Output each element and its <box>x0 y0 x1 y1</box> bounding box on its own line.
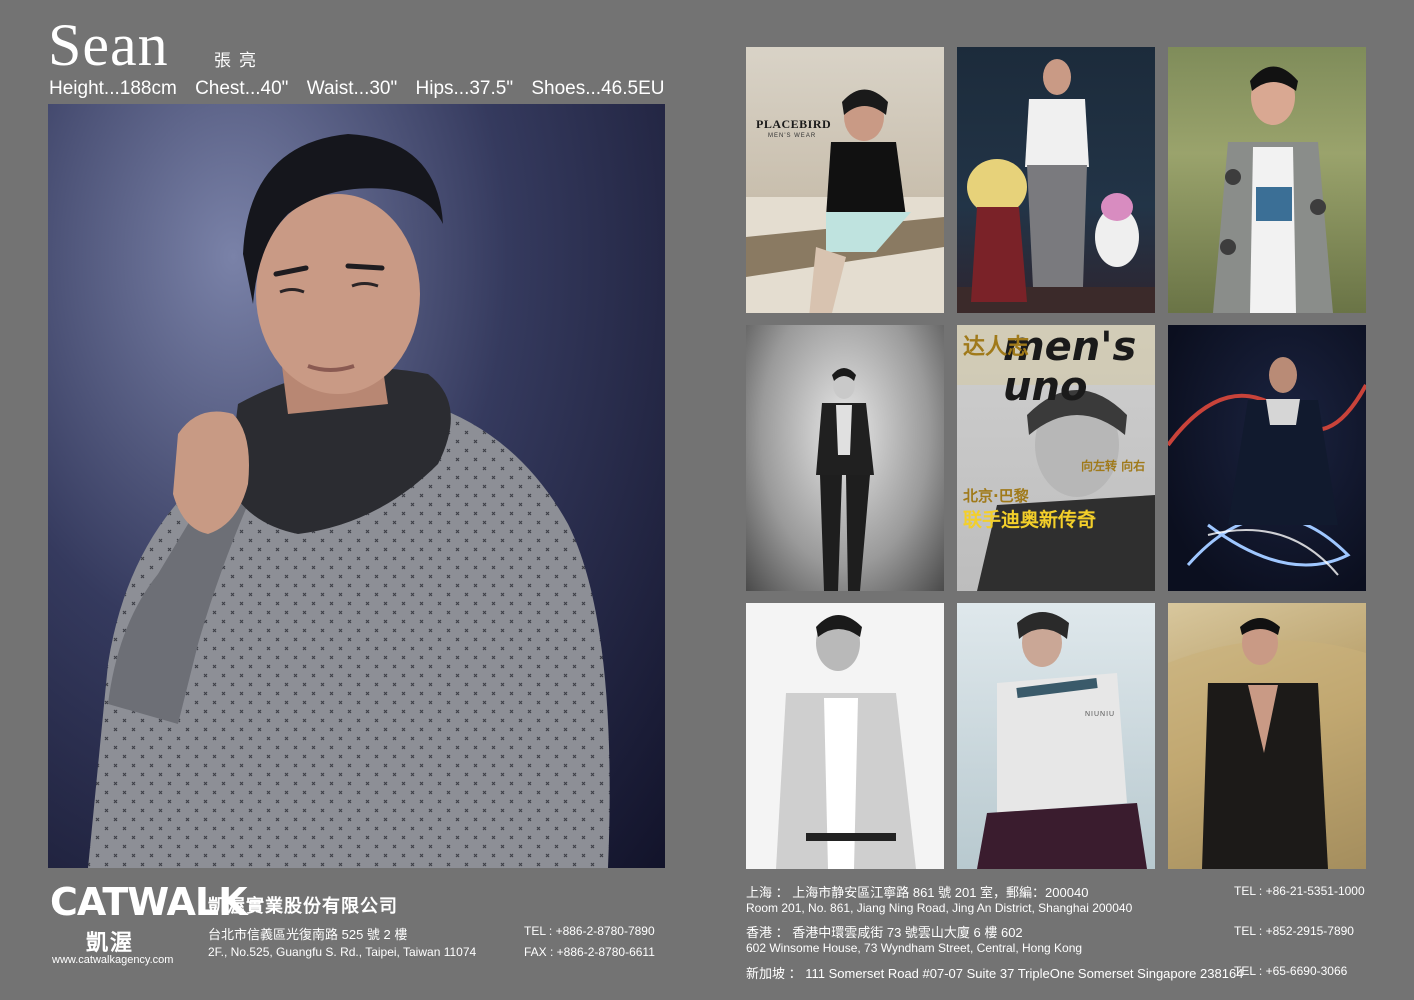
model-name: Sean <box>48 12 169 78</box>
agency-url[interactable]: www.catwalkagency.com <box>52 954 173 966</box>
company-tel: TEL : +886-2-8780-7890 <box>524 924 655 938</box>
thumbnail-magazine-cover: men's uno 达人志 北京·巴黎 联手迪奥新传奇 向左转 向右 <box>957 325 1155 591</box>
thumb1-sub: MEN'S WEAR <box>768 133 817 139</box>
main-portrait-photo <box>48 104 665 868</box>
thumbnail-photo-8: NIUNIU <box>957 603 1155 869</box>
office-hongkong-cn: 香港 ： 香港中環雲咸街 73 號雲山大廈 6 樓 602 <box>746 925 1023 940</box>
office-singapore: 新加坡 ： 111 Somerset Road #07-07 Suite 37 … <box>746 966 1244 981</box>
thumbnail-photo-2 <box>957 47 1155 313</box>
magazine-cn-title: 达人志 <box>963 335 1030 360</box>
thumbnail-photo-7 <box>746 603 944 869</box>
catwalk-logo-cn: 凱渥 <box>86 931 135 956</box>
office-hongkong-en: 602 Winsome House, 73 Wyndham Street, Ce… <box>746 941 1083 955</box>
magazine-headline-2: 联手迪奥新传奇 <box>963 509 1097 531</box>
stat-hips: Hips...37.5" <box>415 78 514 99</box>
thumbnail-photo-1: PLACEBIRD MEN'S WEAR <box>746 47 944 313</box>
thumb8-caption: NIUNIU <box>1085 711 1116 718</box>
thumbnail-photo-6 <box>1168 325 1366 591</box>
magazine-headline: 北京·巴黎 <box>963 487 1029 505</box>
office-hongkong-tel: TEL : +852-2915-7890 <box>1234 924 1354 938</box>
company-name: 凱渥實業股份有限公司 <box>208 896 398 917</box>
stat-height: Height...188cm <box>49 78 177 99</box>
office-shanghai-cn: 上海 ： 上海市静安區江寧路 861 號 201 室，郵編：200040 <box>746 885 1089 900</box>
stat-waist: Waist...30" <box>306 78 398 99</box>
thumbnail-photo-4 <box>746 325 944 591</box>
magazine-side-text: 向左转 向右 <box>1081 459 1146 473</box>
thumbnail-photo-3 <box>1168 47 1366 313</box>
company-address-cn: 台北市信義區光復南路 525 號 2 樓 <box>208 927 408 942</box>
company-fax: FAX : +886-2-8780-6611 <box>524 945 655 959</box>
model-stats: Height...188cm Chest...40" Waist...30" H… <box>49 78 677 100</box>
office-shanghai-tel: TEL : +86-21-5351-1000 <box>1234 884 1365 898</box>
office-singapore-tel: TEL : +65-6690-3066 <box>1234 964 1348 978</box>
stat-chest: Chest...40" <box>195 78 289 99</box>
company-address-en: 2F., No.525, Guangfu S. Rd., Taipei, Tai… <box>208 945 477 959</box>
thumbnail-photo-9 <box>1168 603 1366 869</box>
thumb1-brand: PLACEBIRD <box>756 117 832 131</box>
stat-shoes: Shoes...46.5EU <box>531 78 665 99</box>
model-chinese-name: 張亮 <box>214 51 264 71</box>
office-shanghai-en: Room 201, No. 861, Jiang Ning Road, Jing… <box>746 901 1133 915</box>
